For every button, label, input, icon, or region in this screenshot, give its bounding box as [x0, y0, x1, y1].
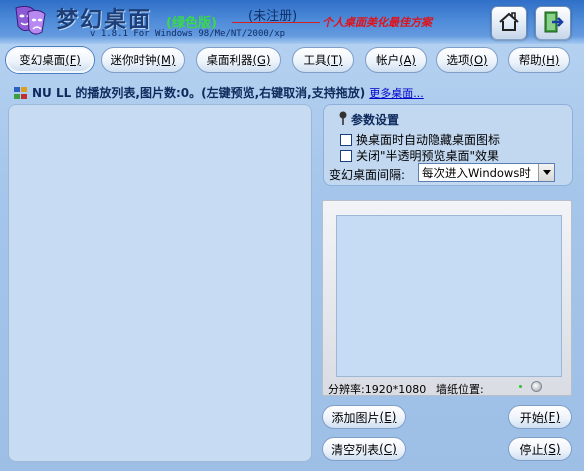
preview-monitor: 分辨率:1920*1080 墙纸位置: — [322, 200, 572, 396]
preview-screen — [336, 215, 562, 377]
interval-label: 变幻桌面间隔: — [329, 168, 406, 182]
option-close-effect[interactable]: 关闭"半透明预览桌面"效果 — [340, 147, 499, 164]
stop-hotkey: (S) — [543, 442, 561, 456]
tab-label: 变幻桌面 — [19, 53, 66, 67]
exit-door-icon — [541, 10, 565, 37]
close-effect-label: 关闭"半透明预览桌面"效果 — [356, 149, 500, 163]
tab-help[interactable]: 帮助 (H) — [508, 47, 570, 73]
tab-hotkey: (G) — [252, 53, 271, 67]
exit-button[interactable] — [535, 6, 571, 40]
chevron-down-icon[interactable] — [538, 164, 554, 181]
stop-label: 停止 — [519, 442, 544, 457]
app-window: 梦幻桌面 (绿色版) (未注册) v 1.8.1 For Windows 98/… — [0, 0, 584, 471]
slogan-text: 个人桌面美化最佳方案 — [322, 16, 432, 29]
stop-button[interactable]: 停止 (S) — [508, 437, 572, 461]
add-image-button[interactable]: 添加图片 (E) — [322, 405, 406, 429]
start-button[interactable]: 开始 (F) — [508, 405, 572, 429]
interval-value: 每次进入Windows时 — [422, 165, 531, 180]
header-bar: 梦幻桌面 (绿色版) (未注册) v 1.8.1 For Windows 98/… — [0, 0, 584, 44]
tab-options[interactable]: 选项 (O) — [436, 47, 498, 73]
tab-label: 帐户 — [376, 53, 400, 67]
tab-change-desktop[interactable]: 变幻桌面 (F) — [6, 47, 94, 73]
tab-account[interactable]: 帐户 (A) — [365, 47, 427, 73]
hide-icons-label: 换桌面时自动隐藏桌面图标 — [356, 133, 501, 147]
interval-select[interactable]: 每次进入Windows时 — [418, 163, 555, 182]
settings-title-text: 参数设置 — [351, 113, 400, 127]
tab-hotkey: (T) — [326, 53, 343, 67]
slogan-underline — [232, 22, 320, 23]
tab-desktop-tools[interactable]: 桌面利器 (G) — [196, 47, 281, 73]
option-hide-icons[interactable]: 换桌面时自动隐藏桌面图标 — [340, 131, 500, 148]
home-icon — [497, 11, 521, 36]
pin-icon — [338, 111, 348, 128]
main-tabs: 变幻桌面 (F) 迷你时钟 (M) 桌面利器 (G) 工具 (T) 帐户 (A) 选项 (O… — [0, 47, 584, 75]
playlist-info: NU LL 的播放列表,图片数:0。(左键预览,右键取消,支持拖放) 更多桌面.… — [14, 84, 424, 101]
settings-title: 参数设置 — [338, 111, 399, 128]
tab-label: 工具 — [303, 53, 327, 67]
resolution-text: 分辨率:1920*1080 — [328, 383, 427, 396]
home-button[interactable] — [491, 6, 527, 40]
clear-list-button[interactable]: 清空列表 (C) — [322, 437, 406, 461]
settings-panel: 参数设置 换桌面时自动隐藏桌面图标 关闭"半透明预览桌面"效果 变幻桌面间隔: … — [323, 104, 573, 186]
power-led-icon — [519, 385, 522, 388]
drama-mask-icon — [12, 4, 48, 38]
tab-hotkey: (H) — [541, 53, 560, 67]
tab-hotkey: (M) — [156, 53, 176, 67]
tab-label: 迷你时钟 — [110, 53, 157, 67]
hide-icons-checkbox[interactable] — [340, 133, 352, 146]
clear-list-hotkey: (C) — [379, 442, 397, 456]
start-hotkey: (F) — [543, 410, 561, 424]
playlist-panel[interactable] — [8, 104, 312, 462]
tab-label: 选项 — [446, 53, 470, 67]
tab-mini-clock[interactable]: 迷你时钟 (M) — [101, 47, 185, 73]
tab-hotkey: (O) — [469, 53, 488, 67]
more-desktops-link[interactable]: 更多桌面... — [369, 85, 424, 101]
clear-list-label: 清空列表 — [331, 442, 380, 457]
tab-tools[interactable]: 工具 (T) — [292, 47, 354, 73]
playlist-info-text: NU LL 的播放列表,图片数:0。(左键预览,右键取消,支持拖放) — [32, 86, 366, 100]
playlist-icon — [14, 86, 28, 100]
start-label: 开始 — [519, 410, 544, 425]
add-image-label: 添加图片 — [331, 410, 380, 425]
add-image-hotkey: (E) — [379, 410, 397, 424]
tab-label: 帮助 — [518, 53, 542, 67]
tab-hotkey: (F) — [65, 53, 81, 67]
power-button-icon — [531, 381, 542, 392]
close-effect-checkbox[interactable] — [340, 149, 352, 162]
version-text: v 1.8.1 For Windows 98/Me/NT/2000/xp — [90, 29, 286, 39]
tab-hotkey: (A) — [399, 53, 416, 67]
tab-label: 桌面利器 — [206, 53, 253, 67]
wallpaper-position-label: 墙纸位置: — [436, 383, 484, 396]
